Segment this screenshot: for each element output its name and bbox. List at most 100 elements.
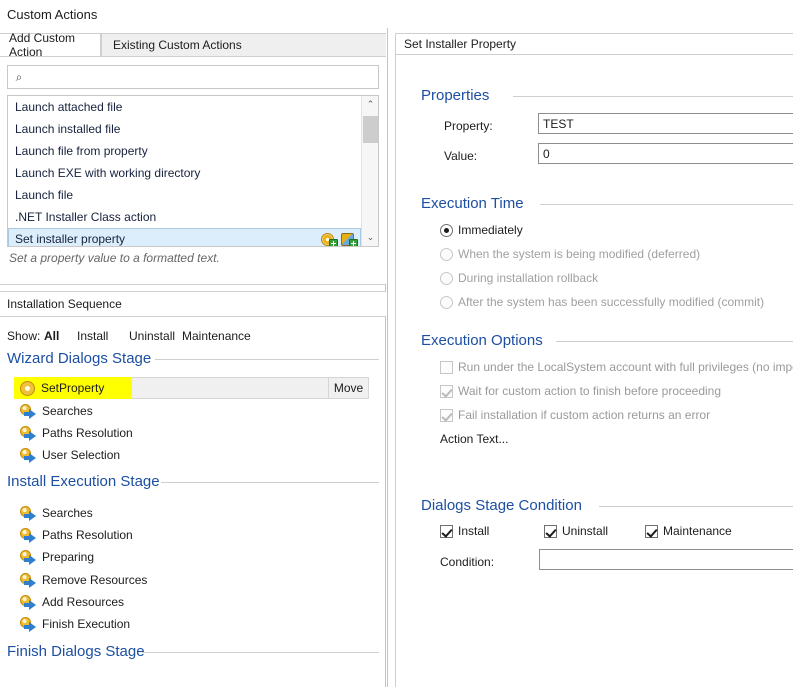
stage-divider bbox=[161, 482, 379, 483]
checkbox-install[interactable]: Install bbox=[440, 524, 489, 538]
sequence-item-finish-execution[interactable]: Finish Execution bbox=[20, 614, 130, 634]
stage-heading-finish-dialogs: Finish Dialogs Stage bbox=[7, 643, 145, 660]
checkbox-label: Wait for custom action to finish before … bbox=[458, 384, 722, 398]
properties-group-title: Properties bbox=[421, 87, 490, 104]
list-item-set-installer-property[interactable]: Set installer property bbox=[8, 228, 361, 246]
sequence-item-label: Searches bbox=[42, 404, 93, 418]
list-item[interactable]: Launch file from property bbox=[8, 140, 361, 162]
scroll-up-icon[interactable]: ⌃ bbox=[362, 96, 378, 113]
property-input[interactable] bbox=[538, 113, 793, 134]
sequence-item-user-selection[interactable]: User Selection bbox=[20, 445, 120, 465]
sequence-item-searches[interactable]: Searches bbox=[20, 401, 93, 421]
custom-actions-window: Custom Actions Add Custom Action Existin… bbox=[0, 0, 793, 687]
checkbox-fail-on-error: Fail installation if custom action retur… bbox=[440, 408, 710, 422]
filter-maintenance[interactable]: Maintenance bbox=[182, 329, 251, 343]
sequence-item-add-resources[interactable]: Add Resources bbox=[20, 592, 124, 612]
value-input[interactable] bbox=[538, 143, 793, 164]
tab-existing-custom-actions[interactable]: Existing Custom Actions bbox=[101, 33, 386, 57]
tab-add-custom-action-label: Add Custom Action bbox=[9, 31, 76, 59]
custom-action-list[interactable]: Launch attached file Launch installed fi… bbox=[7, 95, 379, 247]
list-item-label: Launch installed file bbox=[15, 122, 121, 136]
pane-divider[interactable] bbox=[386, 0, 395, 687]
action-description: Set a property value to a formatted text… bbox=[9, 251, 220, 265]
search-box[interactable]: ⌕ bbox=[7, 65, 379, 89]
left-pane: Custom Actions Add Custom Action Existin… bbox=[0, 0, 386, 687]
action-arrow-icon bbox=[20, 527, 36, 543]
checkbox-wait-for-finish: Wait for custom action to finish before … bbox=[440, 384, 721, 398]
radio-immediately[interactable]: Immediately bbox=[440, 223, 523, 237]
radio-label: Immediately bbox=[458, 223, 523, 237]
radio-label: During installation rollback bbox=[458, 271, 599, 285]
radio-label: When the system is being modified (defer… bbox=[458, 247, 701, 261]
scroll-down-icon[interactable]: ⌄ bbox=[362, 229, 378, 246]
add-wand-icon[interactable] bbox=[341, 231, 358, 246]
list-item[interactable]: Launch attached file bbox=[8, 96, 361, 118]
filter-install[interactable]: Install bbox=[77, 329, 108, 343]
sequence-item-preparing[interactable]: Preparing bbox=[20, 547, 94, 567]
search-input[interactable] bbox=[30, 67, 378, 87]
checkbox-label: Fail installation if custom action retur… bbox=[458, 408, 711, 422]
checkbox-uninstall[interactable]: Uninstall bbox=[544, 524, 608, 538]
list-item-action-icons bbox=[321, 230, 358, 246]
action-arrow-icon bbox=[20, 572, 36, 588]
group-divider bbox=[556, 341, 793, 342]
execution-time-group-title: Execution Time bbox=[421, 195, 524, 212]
list-item[interactable]: Launch installed file bbox=[8, 118, 361, 140]
filter-uninstall[interactable]: Uninstall bbox=[129, 329, 175, 343]
list-item[interactable]: Launch EXE with working directory bbox=[8, 162, 361, 184]
checkbox-run-localsystem: Run under the LocalSystem account with f… bbox=[440, 360, 793, 374]
radio-button-icon bbox=[440, 295, 453, 309]
sequence-item-paths-resolution[interactable]: Paths Resolution bbox=[20, 423, 133, 443]
list-item[interactable]: .NET Installer Class action bbox=[8, 206, 361, 228]
tab-add-custom-action[interactable]: Add Custom Action bbox=[0, 31, 101, 59]
dialogs-stage-condition-group-title: Dialogs Stage Condition bbox=[421, 497, 582, 514]
group-divider bbox=[599, 506, 793, 507]
checkbox-maintenance[interactable]: Maintenance bbox=[645, 524, 732, 538]
sequence-item-remove-resources[interactable]: Remove Resources bbox=[20, 570, 147, 590]
sequence-item-searches-exec[interactable]: Searches bbox=[20, 503, 93, 523]
add-gear-icon[interactable] bbox=[321, 231, 338, 246]
scrollbar-thumb[interactable] bbox=[363, 116, 378, 143]
checkbox-icon bbox=[645, 524, 658, 538]
sequence-item-paths-resolution-exec[interactable]: Paths Resolution bbox=[20, 525, 133, 545]
sequence-item-label: SetProperty bbox=[41, 381, 105, 395]
checkbox-icon bbox=[440, 408, 453, 422]
action-list-scrollbar[interactable]: ⌃ ⌄ bbox=[361, 96, 378, 246]
group-divider bbox=[540, 204, 793, 205]
sequence-item-label: Add Resources bbox=[42, 595, 125, 609]
condition-label: Condition: bbox=[440, 555, 495, 569]
action-arrow-icon bbox=[20, 447, 36, 463]
checkbox-label: Run under the LocalSystem account with f… bbox=[458, 360, 793, 374]
radio-commit: After the system has been successfully m… bbox=[440, 295, 764, 309]
action-text-link[interactable]: Action Text... bbox=[440, 432, 508, 446]
property-label: Property: bbox=[444, 119, 493, 133]
condition-input[interactable] bbox=[539, 549, 793, 570]
radio-button-icon bbox=[440, 247, 453, 261]
checkbox-icon bbox=[440, 524, 453, 538]
gear-icon bbox=[20, 380, 35, 396]
list-item-label: Set installer property bbox=[15, 232, 126, 246]
list-item[interactable]: Launch file bbox=[8, 184, 361, 206]
move-button[interactable]: Move bbox=[328, 378, 368, 398]
action-arrow-icon bbox=[20, 549, 36, 565]
action-arrow-icon bbox=[20, 616, 36, 632]
stage-heading-install-execution: Install Execution Stage bbox=[7, 473, 160, 490]
sequence-item-label: User Selection bbox=[42, 448, 121, 462]
checkbox-label: Maintenance bbox=[663, 524, 732, 538]
installation-sequence-header: Installation Sequence bbox=[0, 291, 386, 317]
checkbox-icon bbox=[440, 360, 453, 374]
execution-options-group-title: Execution Options bbox=[421, 332, 543, 349]
detail-panel-body: Properties Property: Value: Execution Ti… bbox=[395, 55, 793, 687]
sequence-item-label: Searches bbox=[42, 506, 93, 520]
show-label: Show: bbox=[7, 329, 41, 343]
group-divider bbox=[513, 96, 793, 97]
checkbox-label: Install bbox=[458, 524, 490, 538]
checkbox-label: Uninstall bbox=[562, 524, 609, 538]
radio-button-icon bbox=[440, 271, 453, 285]
filter-all[interactable]: All bbox=[44, 329, 59, 343]
stage-divider bbox=[155, 359, 379, 360]
search-icon: ⌕ bbox=[15, 69, 23, 84]
add-custom-action-panel: ⌕ Launch attached file Launch installed … bbox=[0, 56, 386, 284]
list-item-label: .NET Installer Class action bbox=[15, 210, 157, 224]
sequence-filter-bar: Show: All Install Uninstall Maintenance bbox=[0, 329, 386, 349]
